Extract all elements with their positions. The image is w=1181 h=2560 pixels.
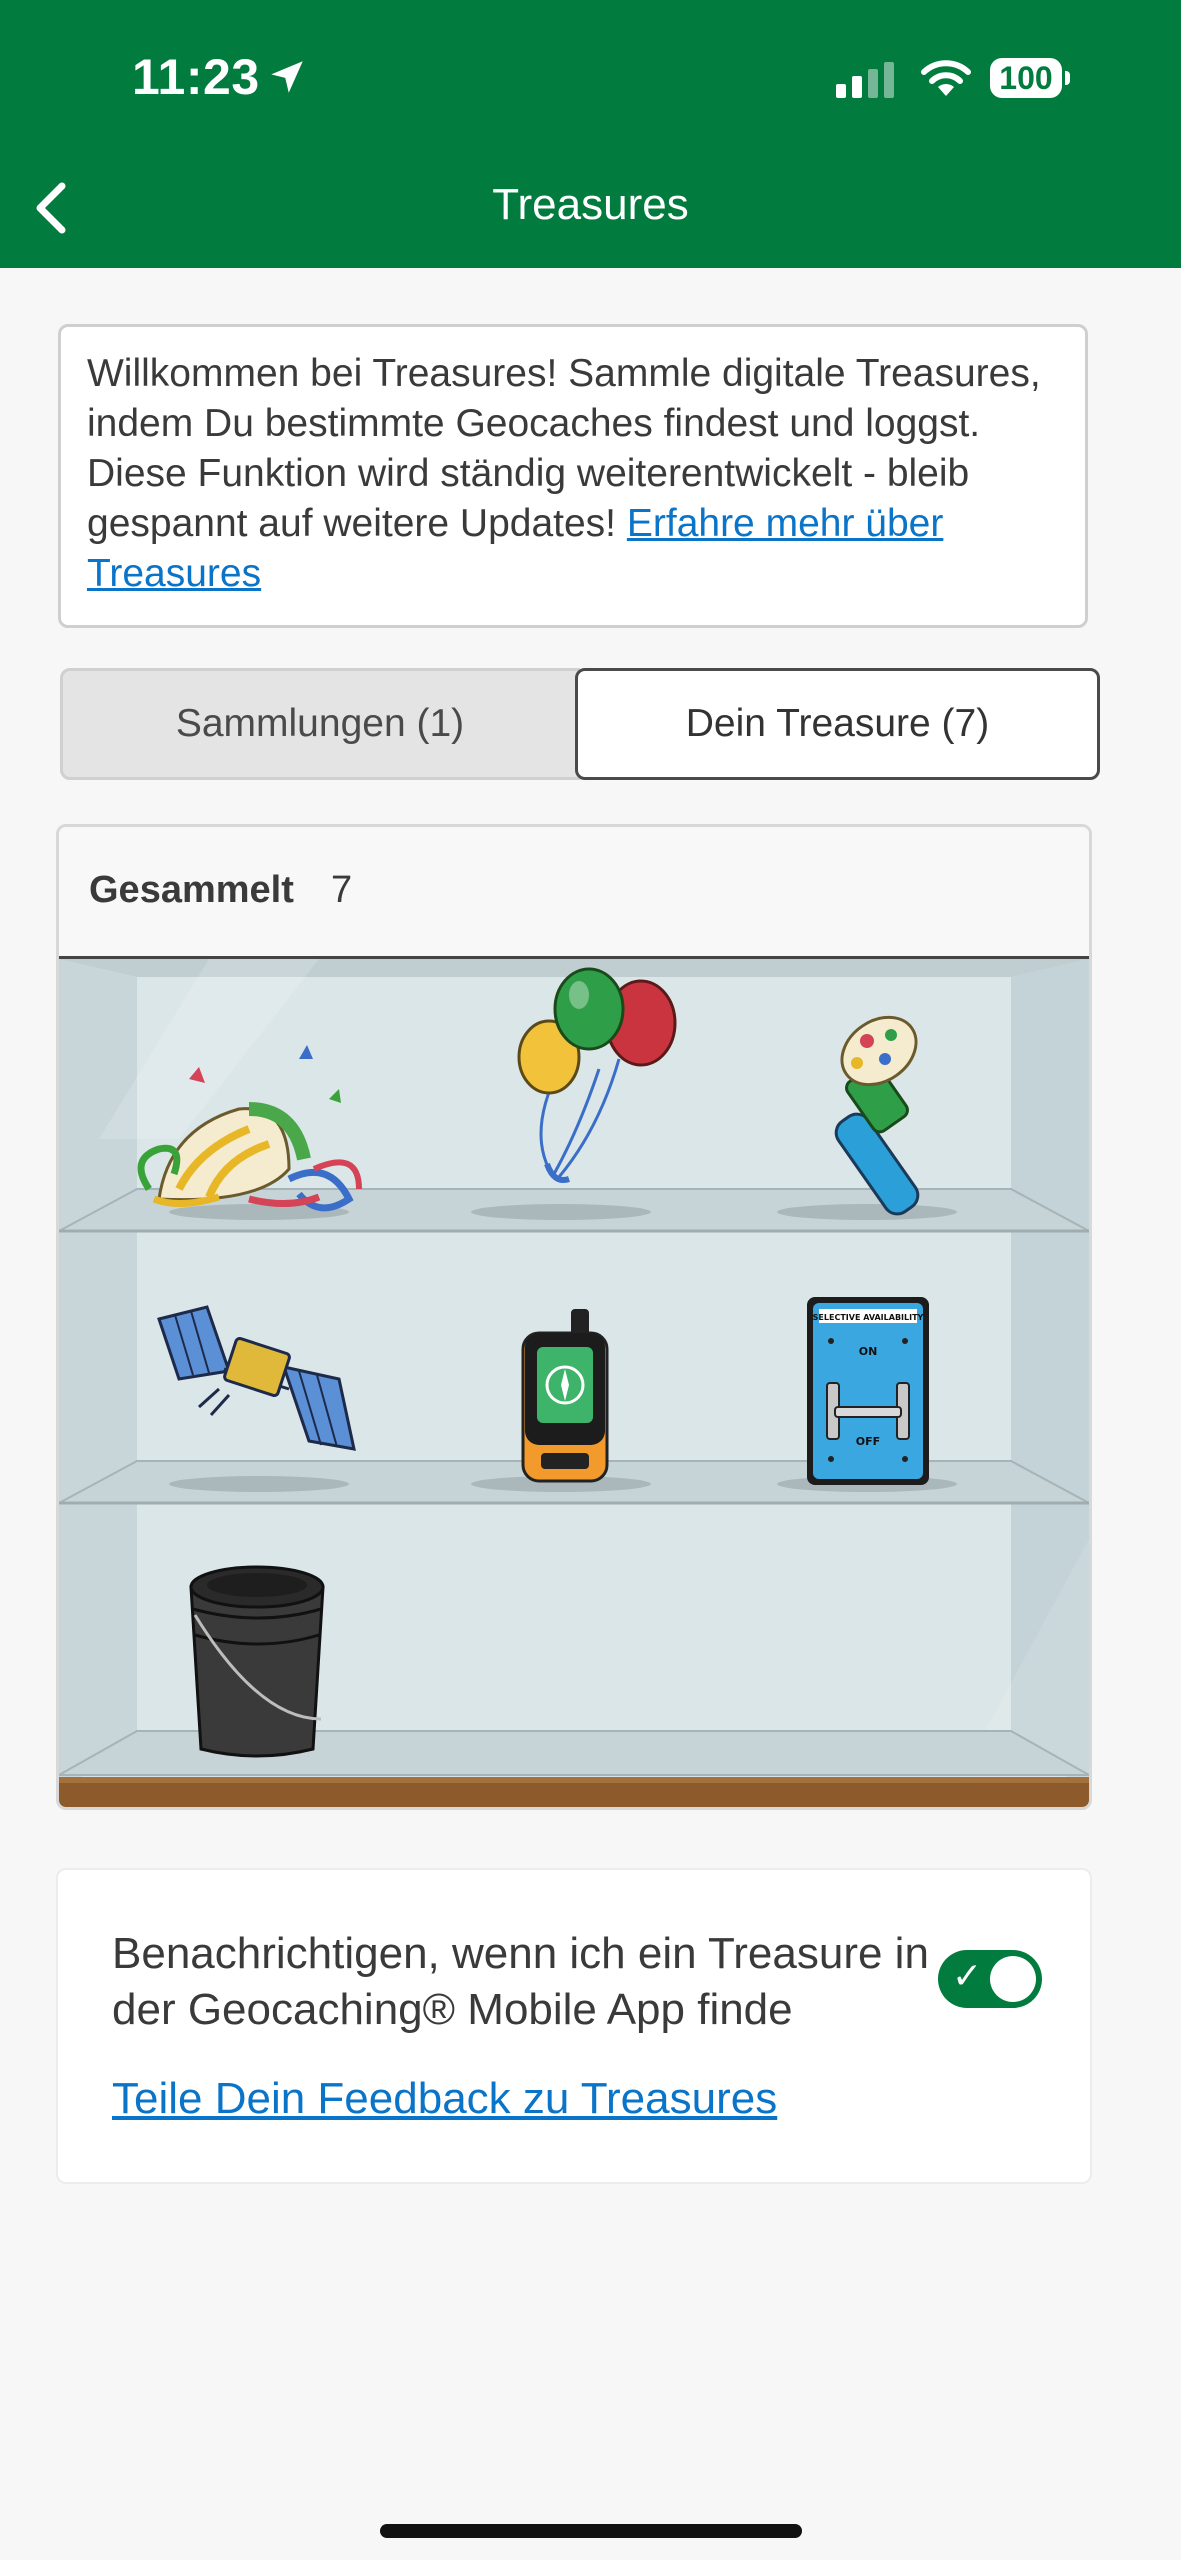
bucket-item[interactable] — [189, 1565, 325, 1758]
collected-count: 7 — [331, 869, 353, 911]
page-title: Treasures — [492, 180, 689, 229]
status-time: 11:23 — [132, 49, 260, 105]
check-icon: ✓ — [952, 1956, 983, 1997]
toggle-knob — [990, 1956, 1036, 2002]
collected-label: Gesammelt — [89, 869, 294, 911]
signal-icon — [836, 62, 894, 98]
treasure-collection-card: Gesammelt 7 SELECTIVE AVAILABILITY ON OF… — [56, 824, 1092, 1810]
battery-icon: 100 — [990, 58, 1072, 100]
tab-collections[interactable]: Sammlungen (1) — [60, 668, 580, 780]
switch-off-label: OFF — [856, 1435, 880, 1448]
battery-level: 100 — [990, 58, 1062, 98]
intro-box: Willkommen bei Treasures! Sammle digital… — [58, 324, 1088, 628]
app-header: 11:23 100 Treasures — [0, 0, 1181, 268]
wifi-icon — [921, 60, 971, 96]
location-arrow-icon — [271, 61, 303, 93]
collection-header: Gesammelt 7 — [59, 827, 1089, 959]
selective-availability-switch-item[interactable]: SELECTIVE AVAILABILITY ON OFF — [807, 1297, 929, 1485]
notification-text: Benachrichtigen, wenn ich ein Treasure i… — [112, 1929, 929, 2034]
treasure-shelf: SELECTIVE AVAILABILITY ON OFF — [59, 959, 1089, 1807]
gps-device-item[interactable] — [521, 1309, 609, 1483]
switch-on-label: ON — [859, 1345, 878, 1358]
home-indicator[interactable] — [380, 2524, 802, 2538]
notification-card: Benachrichtigen, wenn ich ein Treasure i… — [56, 1868, 1092, 2184]
notification-toggle[interactable]: ✓ — [938, 1950, 1042, 2008]
switch-title: SELECTIVE AVAILABILITY — [813, 1313, 924, 1322]
tab-your-treasure[interactable]: Dein Treasure (7) — [575, 668, 1100, 780]
feedback-link[interactable]: Teile Dein Feedback zu Treasures — [112, 2074, 777, 2124]
tab-bar: Sammlungen (1) Dein Treasure (7) — [60, 668, 1100, 780]
